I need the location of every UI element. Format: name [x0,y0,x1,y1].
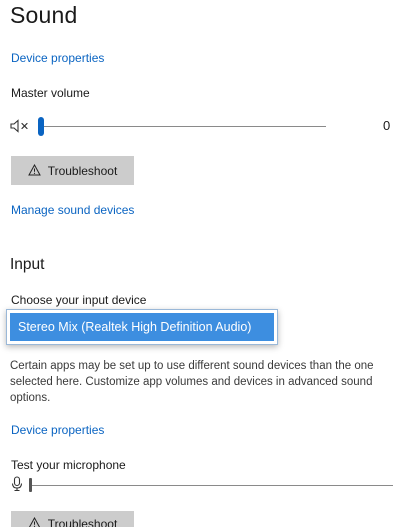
input-troubleshoot-button[interactable]: Troubleshoot [11,511,134,527]
master-volume-label: Master volume [11,86,90,100]
microphone-level-indicator [29,478,32,492]
master-volume-slider[interactable] [38,115,326,137]
warning-icon [27,163,41,178]
microphone-level-track [29,485,393,486]
input-troubleshoot-label: Troubleshoot [47,517,118,527]
output-device-properties-link[interactable]: Device properties [11,51,104,65]
input-device-properties-link[interactable]: Device properties [11,423,104,437]
output-troubleshoot-button[interactable]: Troubleshoot [11,156,134,185]
input-description-text: Certain apps may be set up to use differ… [10,360,374,404]
master-volume-track [38,126,326,127]
input-device-dropdown[interactable]: Stereo Mix (Realtek High Definition Audi… [6,309,278,345]
master-volume-thumb[interactable] [38,117,44,136]
master-volume-value: 0 [383,118,391,133]
choose-input-device-label: Choose your input device [11,293,147,307]
input-heading: Input [10,256,45,273]
test-microphone-label: Test your microphone [11,458,126,472]
sound-settings-page: Sound Device properties Master volume 0 … [0,0,403,527]
dropdown-option-stereo-mix[interactable]: Stereo Mix (Realtek High Definition Audi… [10,313,274,341]
output-troubleshoot-label: Troubleshoot [47,163,118,178]
speaker-muted-icon[interactable] [10,119,34,133]
warning-icon [28,516,41,527]
page-title: Sound [10,2,78,28]
microphone-level-meter [29,478,393,492]
manage-sound-devices-link[interactable]: Manage sound devices [11,203,134,217]
microphone-icon [10,476,24,492]
